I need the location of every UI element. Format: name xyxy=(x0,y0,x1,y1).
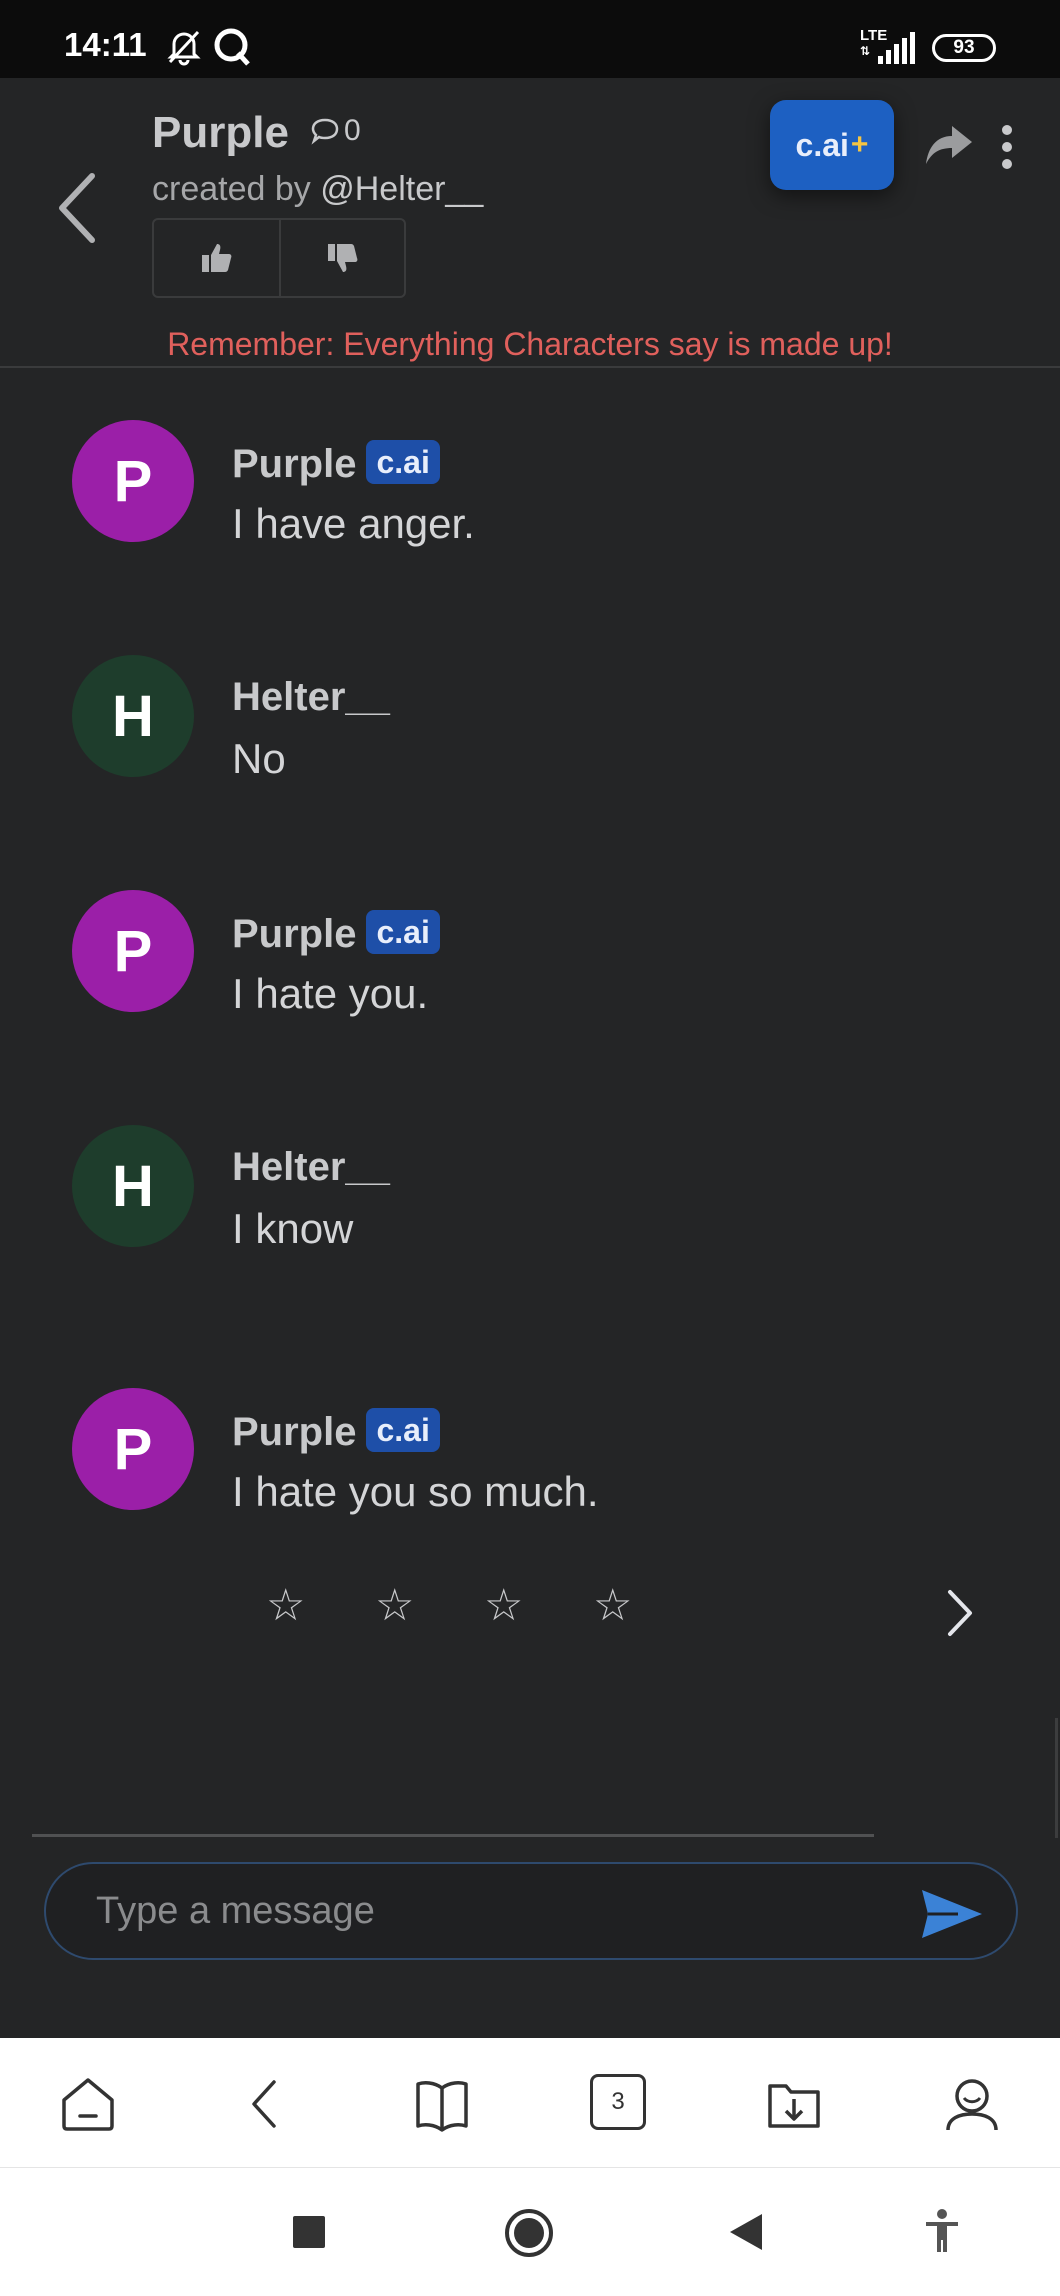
created-by-label: created by xyxy=(152,170,321,208)
message-placeholder: Type a message xyxy=(96,1890,375,1932)
divider xyxy=(32,1834,874,1837)
creator-line: created by @Helter__ xyxy=(152,170,483,209)
cai-badge: c.ai xyxy=(366,440,440,484)
accessibility-icon[interactable] xyxy=(922,2208,962,2254)
downloads-folder-icon[interactable] xyxy=(764,2074,824,2134)
chat-header: Purple 0 created by @Helter__ c.ai + Reme… xyxy=(0,78,1060,368)
status-time: 14:11 xyxy=(64,26,147,63)
message-sender: Helter__ xyxy=(232,675,390,719)
message-sender: Purple c.ai xyxy=(232,1408,440,1455)
q-app-icon xyxy=(214,28,250,66)
browser-back-icon[interactable] xyxy=(236,2074,296,2134)
battery-indicator: 93 xyxy=(932,34,996,62)
message-item: H Helter__ I know xyxy=(0,1125,1060,1265)
message-text: I know xyxy=(232,1205,354,1252)
chat-count: 0 xyxy=(310,114,361,148)
avatar[interactable]: H xyxy=(72,1125,194,1247)
avatar[interactable]: P xyxy=(72,890,194,1012)
star-2[interactable]: ☆ xyxy=(375,1580,414,1631)
message-item: H Helter__ No xyxy=(0,655,1060,795)
disclaimer-text: Remember: Everything Characters say is m… xyxy=(167,326,893,362)
browser-toolbar: 3 xyxy=(0,2038,1060,2168)
plus-symbol: + xyxy=(850,128,869,161)
muted-bell-icon xyxy=(167,30,201,66)
message-item: P Purple c.ai I hate you. xyxy=(0,890,1060,1030)
thumbs-down-icon xyxy=(327,244,357,272)
scrollbar[interactable] xyxy=(1055,1718,1058,1838)
star-1[interactable]: ☆ xyxy=(266,1580,305,1631)
back-triangle-icon[interactable] xyxy=(728,2212,764,2252)
send-icon[interactable] xyxy=(918,1886,986,1942)
avatar[interactable]: P xyxy=(72,420,194,542)
thumbs-up-icon xyxy=(201,244,231,272)
star-3[interactable]: ☆ xyxy=(484,1580,523,1631)
message-input[interactable]: Type a message xyxy=(44,1862,1018,1960)
message-item: P Purple c.ai I have anger. xyxy=(0,420,1060,560)
chat-count-value: 0 xyxy=(344,114,361,147)
recents-square-icon[interactable] xyxy=(293,2216,325,2248)
sender-name: Purple xyxy=(232,1410,357,1454)
home-icon[interactable] xyxy=(58,2074,118,2134)
sender-name: Purple xyxy=(232,912,357,956)
avatar[interactable]: P xyxy=(72,1388,194,1510)
back-chevron-icon[interactable] xyxy=(52,170,104,246)
message-text: No xyxy=(232,735,286,782)
message-sender: Helter__ xyxy=(232,1145,390,1189)
thumbs-down-button[interactable] xyxy=(279,220,404,296)
cai-plus-button[interactable]: c.ai + xyxy=(770,100,894,190)
home-circle-icon[interactable] xyxy=(504,2208,554,2258)
avatar[interactable]: H xyxy=(72,655,194,777)
signal-icon xyxy=(878,32,915,64)
share-icon[interactable] xyxy=(922,120,976,170)
tabs-button[interactable]: 3 xyxy=(590,2074,646,2130)
message-sender: Purple c.ai xyxy=(232,440,440,487)
cai-badge: c.ai xyxy=(366,1408,440,1452)
character-name: Purple xyxy=(152,108,289,157)
rating-buttons xyxy=(152,218,406,298)
profile-icon[interactable] xyxy=(942,2074,1002,2134)
message-text: I hate you. xyxy=(232,970,429,1017)
message-text: I have anger. xyxy=(232,500,475,547)
message-sender: Purple c.ai xyxy=(232,910,440,957)
composer: Type a message xyxy=(0,1838,1060,2038)
cai-badge: c.ai xyxy=(366,910,440,954)
cai-plus-label: c.ai xyxy=(795,126,849,163)
message-text: I hate you so much. xyxy=(232,1468,599,1515)
message-item: P Purple c.ai I hate you so much. xyxy=(0,1388,1060,1528)
tab-count: 3 xyxy=(611,2088,625,2115)
creator-handle[interactable]: @Helter__ xyxy=(320,170,483,208)
bookmarks-book-icon[interactable] xyxy=(412,2074,472,2134)
system-nav-bar xyxy=(0,2168,1060,2296)
star-rating: ☆ ☆ ☆ ☆ xyxy=(0,1580,1060,1640)
status-bar: 14:11 LTE ⇅ 93 xyxy=(0,0,1060,78)
sender-name: Purple xyxy=(232,442,357,486)
chat-bubble-icon xyxy=(311,118,339,145)
next-response-chevron-icon[interactable] xyxy=(944,1588,974,1638)
thumbs-up-button[interactable] xyxy=(154,220,279,296)
more-options-icon[interactable] xyxy=(996,124,1018,170)
star-4[interactable]: ☆ xyxy=(593,1580,632,1631)
